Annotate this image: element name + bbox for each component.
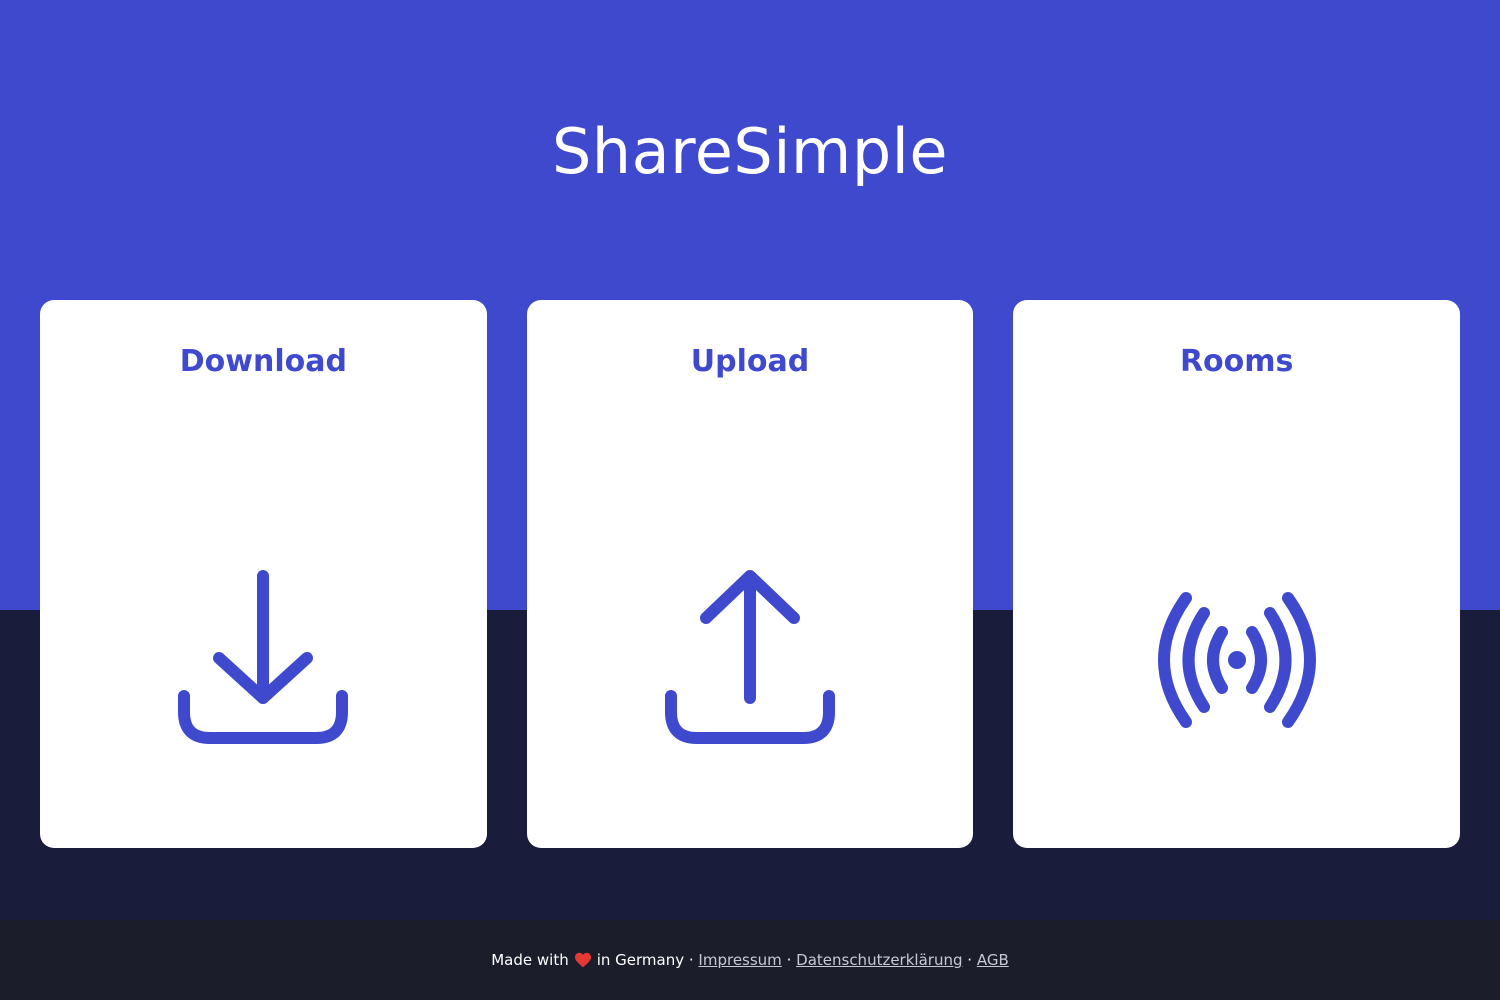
upload-card-title: Upload — [690, 344, 810, 379]
privacy-link[interactable]: Datenschutzerklärung — [796, 951, 962, 969]
page: ShareSimple Download Upload Rooms Made w… — [0, 0, 1500, 1000]
card-grid: Download Upload Rooms — [40, 300, 1461, 848]
rooms-card[interactable]: Rooms — [1013, 300, 1461, 848]
broadcast-icon — [1142, 570, 1332, 760]
heart-icon — [574, 952, 591, 968]
upload-card[interactable]: Upload — [526, 300, 974, 848]
footer: Made with in Germany · Impressum · Daten… — [0, 920, 1500, 1000]
download-icon — [168, 570, 358, 760]
site-title: ShareSimple — [551, 115, 949, 188]
download-card[interactable]: Download — [40, 300, 487, 848]
terms-link[interactable]: AGB — [977, 951, 1009, 969]
impressum-link[interactable]: Impressum — [698, 951, 781, 969]
upload-icon — [655, 570, 845, 760]
footer-country: in Germany · — [596, 951, 694, 969]
footer-made-with: Made with — [491, 951, 569, 969]
download-card-title: Download — [179, 344, 347, 379]
rooms-card-title: Rooms — [1179, 344, 1294, 379]
